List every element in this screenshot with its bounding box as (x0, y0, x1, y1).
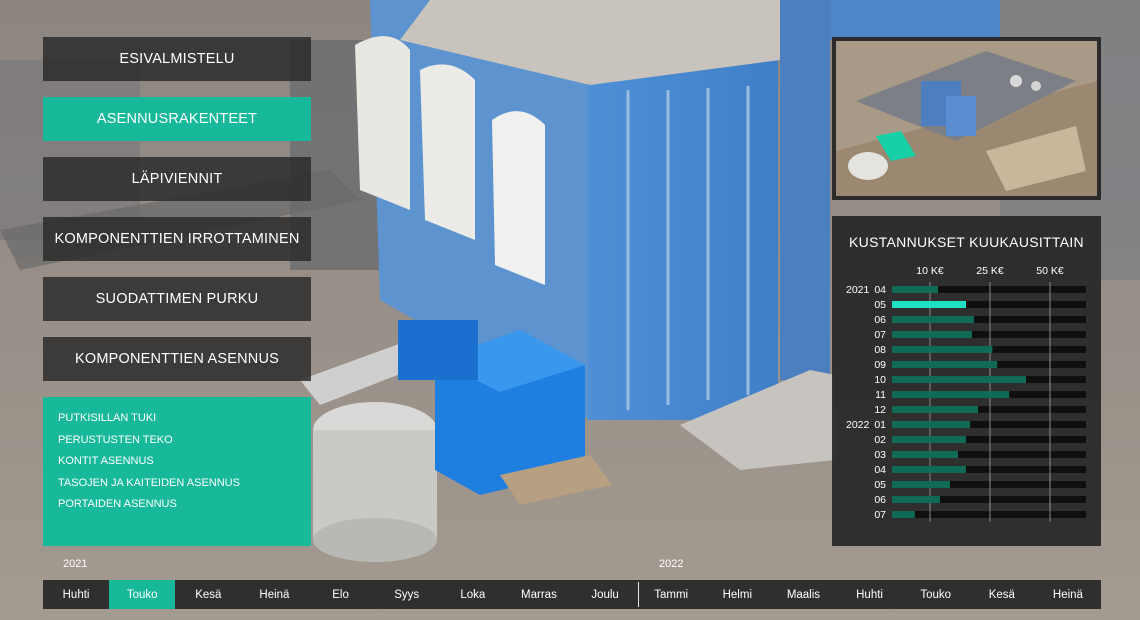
monthly-cost-chart: KUSTANNUKSET KUUKAUSITTAIN 10 K€ 25 K€ 50 … (832, 216, 1101, 546)
timeline-month-16[interactable]: Heinä (1035, 580, 1101, 609)
cost-bar-9 (892, 406, 978, 413)
task-perustusten-teko[interactable]: PERUSTUSTEN TEKO (58, 433, 311, 455)
menu-item-suodattimen-purku[interactable]: SUODATTIMEN PURKU (43, 277, 311, 321)
cost-bar-5 (892, 346, 993, 353)
task-portaiden-asennus[interactable]: PORTAIDEN ASENNUS (58, 497, 311, 519)
timeline-month-6[interactable]: Syys (374, 580, 440, 609)
menu-item-esivalmistelu[interactable]: ESIVALMISTELU (43, 37, 311, 81)
cost-bar-13 (892, 466, 966, 473)
cost-bar-8 (892, 391, 1010, 398)
cost-bar-2 (892, 301, 966, 308)
site-minimap[interactable] (832, 37, 1101, 200)
menu-item-komponenttien-irrottaminen[interactable]: KOMPONENTTIEN IRROTTAMINEN (43, 217, 311, 261)
menu-item-asennusrakenteet[interactable]: ASENNUSRAKENTEET (43, 97, 311, 141)
x-tick-label: 10 K€ (916, 265, 944, 277)
cost-bar-1 (892, 286, 938, 293)
timeline-month-3[interactable]: Kesä (175, 580, 241, 609)
cost-bar-11 (892, 436, 966, 443)
month-label: 02 (874, 434, 886, 446)
cost-bar-10 (892, 421, 970, 428)
cost-chart-plot: 10 K€ 25 K€ 50 K€ 2021 04 05 06 07 08 09 10 11 12 202… (846, 265, 1086, 522)
month-label: 12 (874, 404, 886, 416)
timeline-month-13[interactable]: Huhti (837, 580, 903, 609)
timeline-month-15[interactable]: Kesä (969, 580, 1035, 609)
cost-bar-6 (892, 361, 998, 368)
phase-menu: ESIVALMISTELU ASENNUSRAKENTEET LÄPIVIENN… (43, 37, 311, 397)
month-label: 09 (874, 359, 886, 371)
timeline-month-1[interactable]: Huhti (43, 580, 109, 609)
task-kontit-asennus[interactable]: KONTIT ASENNUS (58, 454, 311, 476)
cost-bar-14 (892, 481, 950, 488)
month-label: 05 (874, 299, 886, 311)
cost-bar-7 (892, 376, 1026, 383)
month-label: 07 (874, 509, 886, 521)
timeline-month-5[interactable]: Elo (308, 580, 374, 609)
month-label: 08 (874, 344, 886, 356)
month-label: 11 (875, 389, 886, 401)
month-label: 05 (874, 479, 886, 491)
month-label: 01 (874, 419, 886, 431)
menu-item-komponenttien-asennus[interactable]: KOMPONENTTIEN ASENNUS (43, 337, 311, 381)
timeline-month-12[interactable]: Maalis (770, 580, 836, 609)
task-tasojen-ja-kaiteiden-asennus[interactable]: TASOJEN JA KAITEIDEN ASENNUS (58, 476, 311, 498)
task-putkisillan-tuki[interactable]: PUTKISILLAN TUKI (58, 411, 311, 433)
timeline-month-9[interactable]: Joulu (572, 580, 638, 609)
month-label: 07 (874, 329, 886, 341)
timeline-year-2022: 2022 (659, 558, 684, 570)
cost-bar-3 (892, 316, 974, 323)
cost-bar-16 (892, 511, 915, 518)
cost-bar-12 (892, 451, 958, 458)
minimap-aerial-image (836, 41, 1097, 196)
cost-bar-4 (892, 331, 972, 338)
x-tick-label: 25 K€ (976, 265, 1004, 277)
month-label: 03 (874, 449, 886, 461)
month-timeline: Huhti Touko Kesä Heinä Elo Syys Loka Marras Joul… (43, 580, 1101, 609)
timeline-month-7[interactable]: Loka (440, 580, 506, 609)
timeline-month-4[interactable]: Heinä (241, 580, 307, 609)
task-submenu: PUTKISILLAN TUKI PERUSTUSTEN TEKO KONTIT… (43, 397, 311, 546)
month-label: 06 (874, 314, 886, 326)
year-label: 2021 (846, 284, 870, 296)
timeline-month-11[interactable]: Helmi (704, 580, 770, 609)
cost-bar-15 (892, 496, 940, 503)
menu-item-lapiviennit[interactable]: LÄPIVIENNIT (43, 157, 311, 201)
year-label: 2022 (846, 419, 870, 431)
timeline-year-2021: 2021 (63, 558, 88, 570)
bar-track (892, 511, 1086, 518)
timeline-month-14[interactable]: Touko (903, 580, 969, 609)
timeline-month-2[interactable]: Touko (109, 580, 176, 609)
timeline-month-10[interactable]: Tammi (638, 580, 704, 609)
x-tick-label: 50 K€ (1036, 265, 1064, 277)
month-label: 10 (874, 374, 886, 386)
month-label: 04 (874, 284, 886, 296)
year-divider (638, 582, 640, 607)
month-label: 04 (874, 464, 886, 476)
month-label: 06 (874, 494, 886, 506)
timeline-month-8[interactable]: Marras (506, 580, 572, 609)
